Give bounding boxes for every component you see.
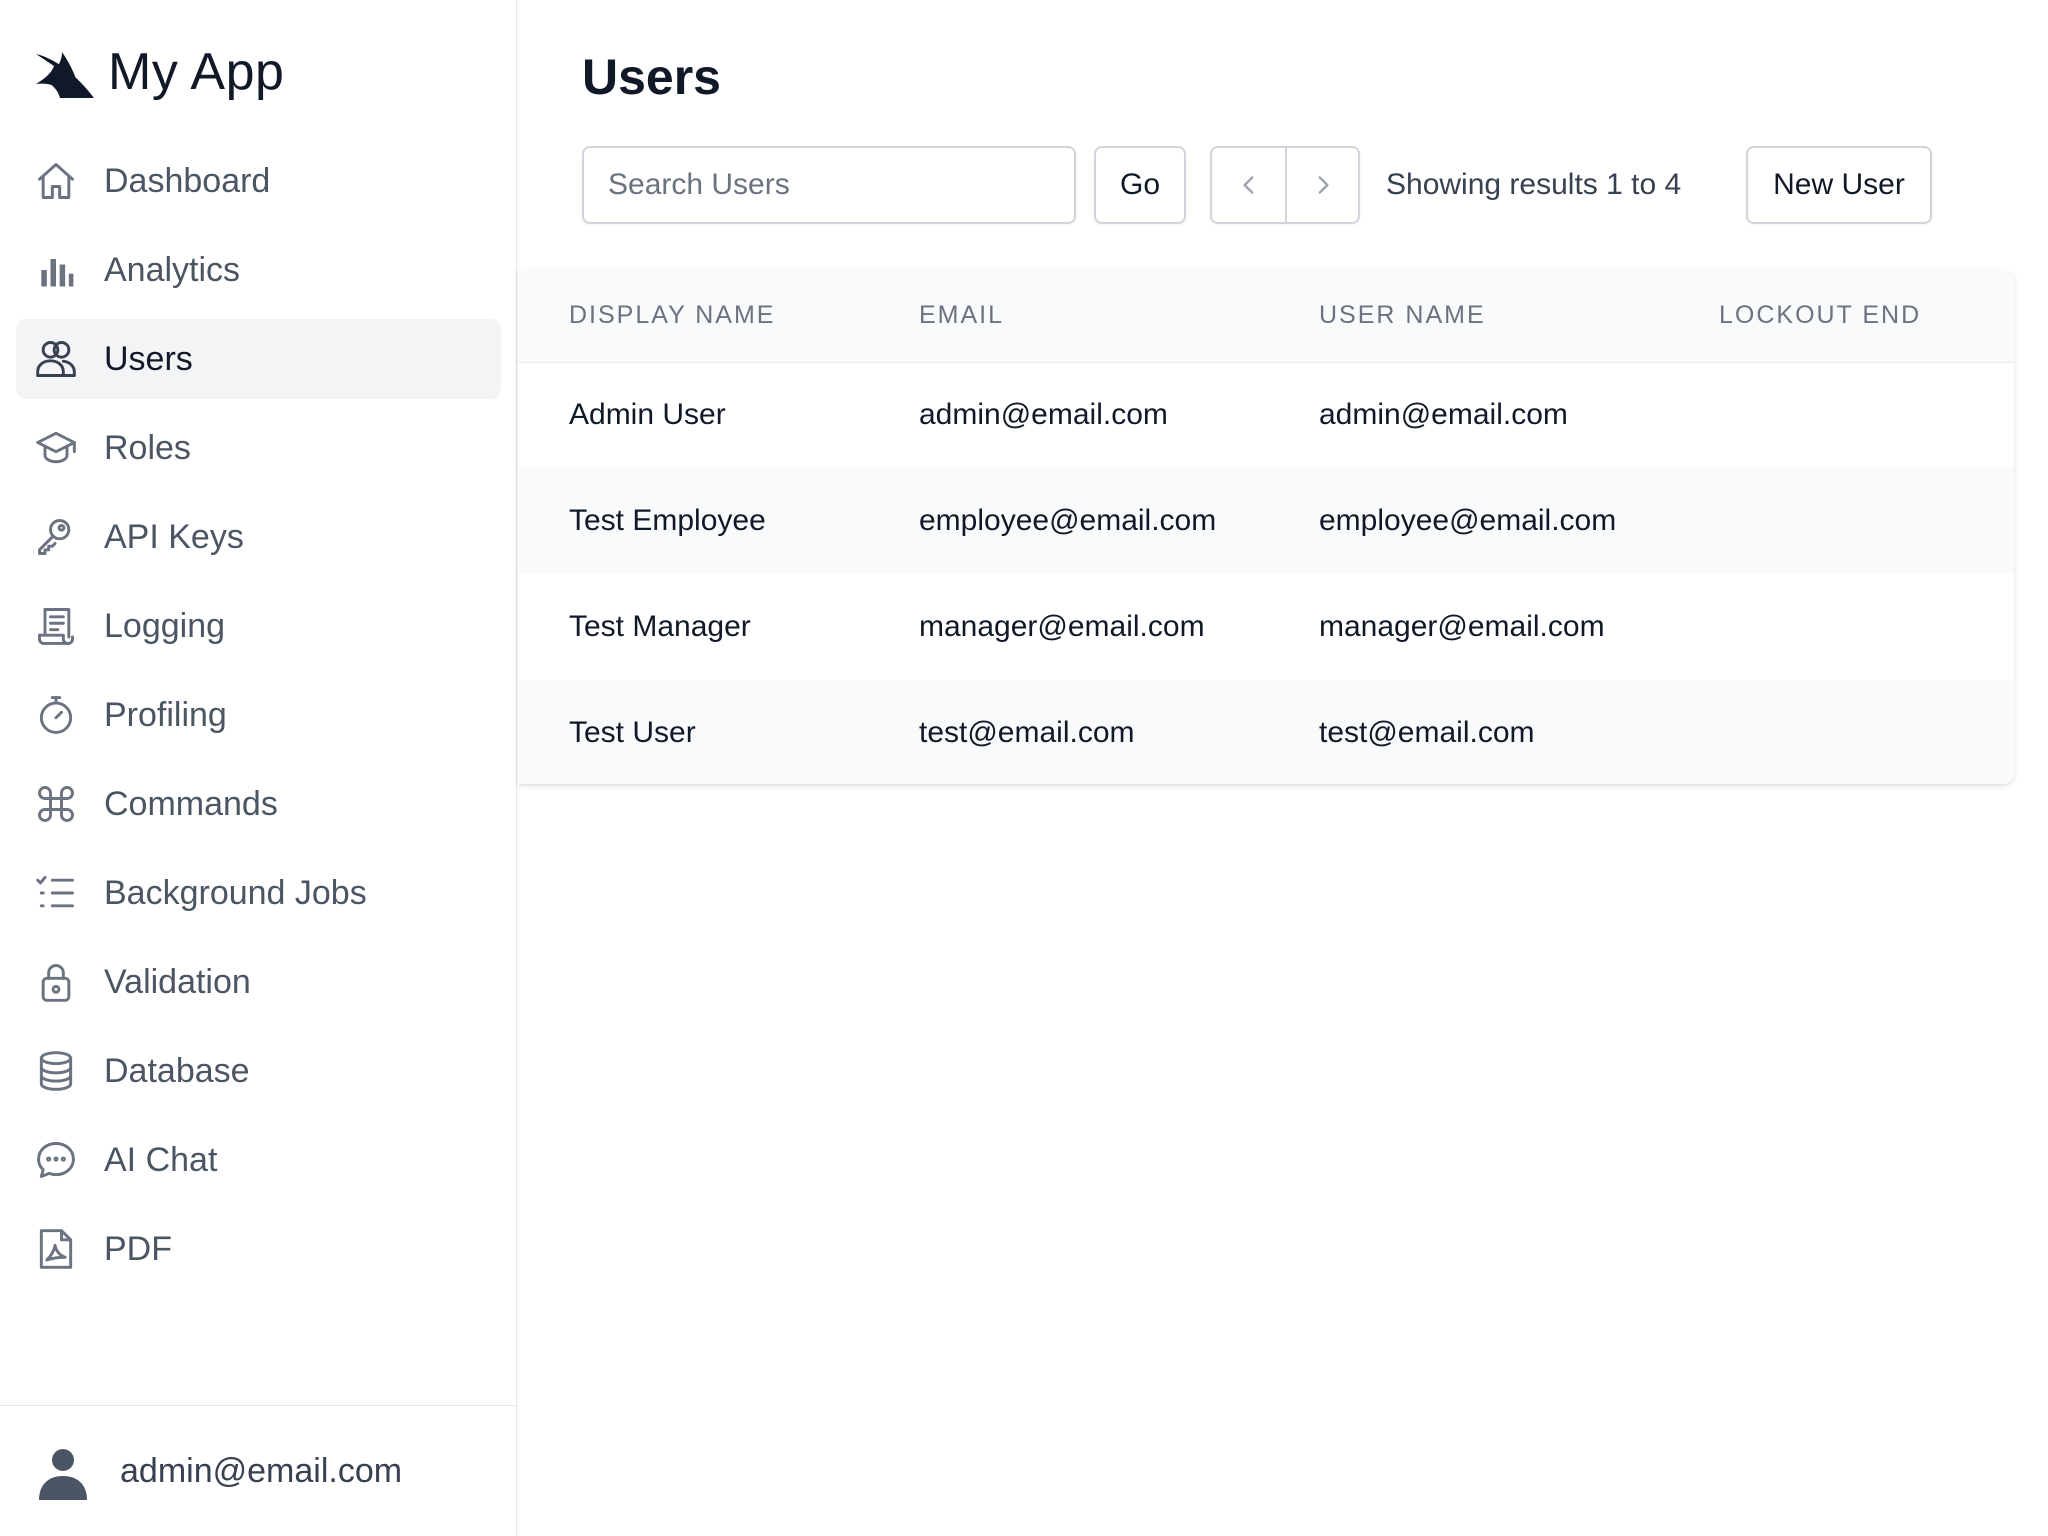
pagination xyxy=(1210,146,1360,224)
users-table-card: DISPLAY NAME EMAIL USER NAME LOCKOUT END… xyxy=(518,270,2014,784)
sidebar-item-dashboard[interactable]: Dashboard xyxy=(16,141,501,221)
checklist-icon xyxy=(34,871,78,915)
column-header-user-name[interactable]: USER NAME xyxy=(1268,270,1668,362)
previous-page-button[interactable] xyxy=(1212,148,1285,222)
sidebar-item-label: Commands xyxy=(104,784,278,823)
sidebar-item-commands[interactable]: Commands xyxy=(16,764,501,844)
cell-lockout-end xyxy=(1668,680,2014,784)
stopwatch-icon xyxy=(34,693,78,737)
cell-user-name: manager@email.com xyxy=(1319,610,1605,643)
column-header-email[interactable]: EMAIL xyxy=(868,270,1268,362)
brand[interactable]: My App xyxy=(32,40,284,104)
cell-email: manager@email.com xyxy=(919,610,1205,643)
chevron-left-icon xyxy=(1242,176,1253,194)
sidebar-item-label: Analytics xyxy=(104,250,241,289)
cell-user-name: employee@email.com xyxy=(1319,504,1617,537)
new-user-button[interactable]: New User xyxy=(1746,146,1932,224)
sidebar-item-analytics[interactable]: Analytics xyxy=(16,230,501,310)
cell-display-name: Test Manager xyxy=(569,610,751,643)
bar-chart-icon xyxy=(34,248,78,292)
table-row[interactable]: Test Manager manager@email.com manager@e… xyxy=(518,574,2014,680)
avatar xyxy=(39,1449,87,1500)
command-icon xyxy=(34,782,78,826)
sidebar-item-validation[interactable]: Validation xyxy=(16,942,501,1022)
cell-display-name: Test User xyxy=(569,716,696,749)
column-header-display-name[interactable]: DISPLAY NAME xyxy=(518,270,868,362)
column-header-lockout-end[interactable]: LOCKOUT END xyxy=(1668,270,2014,362)
app-logo-icon xyxy=(36,52,94,98)
main-content: Users Go Showing results 1 to 4 New User… xyxy=(518,0,2048,1536)
sidebar-item-label: Dashboard xyxy=(104,161,271,200)
table-row[interactable]: Test User test@email.com test@email.com xyxy=(518,680,2014,784)
toolbar: Go Showing results 1 to 4 New User xyxy=(582,146,1982,224)
user-footer[interactable]: admin@email.com xyxy=(0,1405,516,1536)
lock-icon xyxy=(34,960,78,1004)
sidebar-item-database[interactable]: Database xyxy=(16,1031,501,1111)
sidebar-item-api-keys[interactable]: API Keys xyxy=(16,497,501,577)
cell-user-name: test@email.com xyxy=(1319,716,1535,749)
sidebar-item-label: Background Jobs xyxy=(104,873,367,912)
sidebar-item-users[interactable]: Users xyxy=(16,319,501,399)
cell-email: employee@email.com xyxy=(919,504,1217,537)
sidebar-item-label: Validation xyxy=(104,962,251,1001)
chevron-right-icon xyxy=(1318,176,1329,194)
sidebar-item-label: Logging xyxy=(104,606,226,645)
results-count: Showing results 1 to 4 xyxy=(1386,168,1682,201)
sidebar-item-label: API Keys xyxy=(104,517,244,556)
table-row[interactable]: Test Employee employee@email.com employe… xyxy=(518,468,2014,574)
search-input[interactable] xyxy=(582,146,1076,224)
cell-user-name: admin@email.com xyxy=(1319,398,1568,432)
sidebar-item-profiling[interactable]: Profiling xyxy=(16,675,501,755)
app-name: My App xyxy=(108,43,285,101)
home-icon xyxy=(34,159,78,203)
sidebar-item-background-jobs[interactable]: Background Jobs xyxy=(16,853,501,933)
users-table: DISPLAY NAME EMAIL USER NAME LOCKOUT END… xyxy=(518,270,2014,784)
table-header-row: DISPLAY NAME EMAIL USER NAME LOCKOUT END xyxy=(518,270,2014,362)
go-button[interactable]: Go xyxy=(1094,146,1186,224)
sidebar-item-pdf[interactable]: PDF xyxy=(16,1209,501,1289)
cell-email: admin@email.com xyxy=(919,398,1168,432)
scroll-icon xyxy=(34,604,78,648)
app-root: My App Dashboard Analytics Users Roles A… xyxy=(0,0,2048,1536)
cell-display-name: Test Employee xyxy=(569,504,766,537)
sidebar-item-label: Profiling xyxy=(104,695,227,734)
pdf-file-icon xyxy=(34,1227,78,1271)
sidebar: My App Dashboard Analytics Users Roles A… xyxy=(0,0,517,1536)
page-title: Users xyxy=(582,49,721,105)
sidebar-item-roles[interactable]: Roles xyxy=(16,408,501,488)
chat-bubble-icon xyxy=(34,1138,78,1182)
sidebar-item-label: Roles xyxy=(104,428,191,467)
sidebar-item-label: Database xyxy=(104,1051,250,1090)
sidebar-item-label: PDF xyxy=(104,1229,172,1268)
sidebar-item-logging[interactable]: Logging xyxy=(16,586,501,666)
sidebar-nav: Dashboard Analytics Users Roles API Keys… xyxy=(16,141,501,1298)
next-page-button[interactable] xyxy=(1285,148,1358,222)
sidebar-item-label: Users xyxy=(104,339,193,378)
user-email: admin@email.com xyxy=(120,1451,403,1490)
graduation-cap-icon xyxy=(34,426,78,470)
table-row[interactable]: Admin User admin@email.com admin@email.c… xyxy=(518,362,2014,468)
sidebar-item-ai-chat[interactable]: AI Chat xyxy=(16,1120,501,1200)
users-icon xyxy=(34,337,78,381)
key-icon xyxy=(34,515,78,559)
cell-lockout-end xyxy=(1668,362,2014,468)
cell-lockout-end xyxy=(1668,574,2014,680)
cell-display-name: Admin User xyxy=(569,398,726,432)
cell-lockout-end xyxy=(1668,468,2014,574)
database-icon xyxy=(34,1049,78,1093)
sidebar-item-label: AI Chat xyxy=(104,1140,218,1179)
cell-email: test@email.com xyxy=(919,716,1135,749)
